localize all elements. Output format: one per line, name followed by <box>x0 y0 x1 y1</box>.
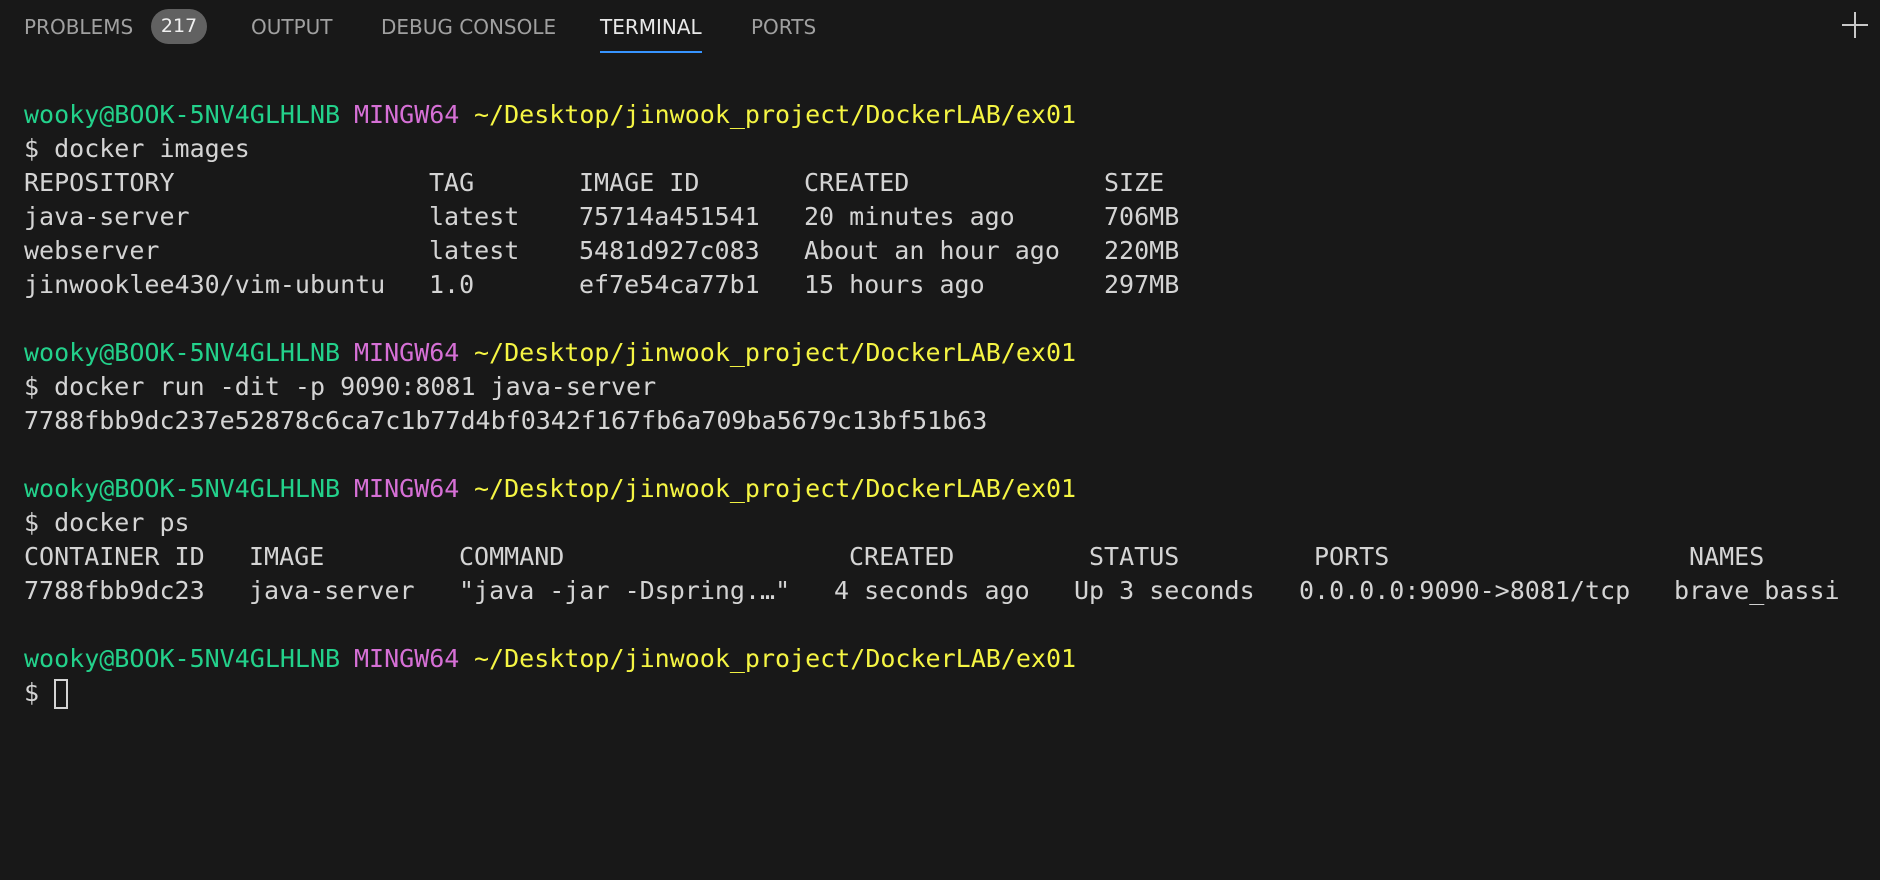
table-cell: 15 hours ago <box>804 270 985 299</box>
table-cell: 75714a451541 <box>579 202 760 231</box>
command-line: $ docker run -dit -p 9090:8081 java-serv… <box>24 372 657 401</box>
table-cell: 0.0.0.0:9090->8081/tcp <box>1299 576 1631 605</box>
column-header: CREATED <box>849 542 955 571</box>
command-line: $ docker ps <box>24 508 190 537</box>
container-id-output: 7788fbb9dc237e52878c6ca7c1b77d4bf0342f16… <box>24 406 988 435</box>
table-cell: 706MB <box>1104 202 1180 231</box>
prompt-path: ~/Desktop/jinwook_project/DockerLAB/ex01 <box>474 338 1077 367</box>
prompt-env: MINGW64 <box>354 474 460 503</box>
tab-debug-console[interactable]: DEBUG CONSOLE <box>381 14 556 54</box>
column-header: CONTAINER ID <box>24 542 205 571</box>
terminal-output[interactable]: wooky@BOOK-5NV4GLHLNB MINGW64 ~/Desktop/… <box>24 98 1874 798</box>
prompt-line: wooky@BOOK-5NV4GLHLNB MINGW64 ~/Desktop/… <box>24 642 1076 676</box>
prompt-line: wooky@BOOK-5NV4GLHLNB MINGW64 ~/Desktop/… <box>24 472 1076 506</box>
table-row: jinwooklee430/vim-ubuntu 1.0 ef7e54ca77b… <box>24 268 1179 302</box>
column-header: STATUS <box>1089 542 1180 571</box>
table-cell: Up 3 seconds <box>1074 576 1255 605</box>
table-cell: 297MB <box>1104 270 1180 299</box>
prompt-line: wooky@BOOK-5NV4GLHLNB MINGW64 ~/Desktop/… <box>24 336 1076 370</box>
table-cell: jinwooklee430/vim-ubuntu <box>24 270 386 299</box>
column-header: NAMES <box>1689 542 1765 571</box>
table-cell: latest <box>429 202 520 231</box>
prompt-path: ~/Desktop/jinwook_project/DockerLAB/ex01 <box>474 100 1077 129</box>
column-header: TAG <box>429 168 475 197</box>
tab-problems[interactable]: PROBLEMS <box>24 14 133 54</box>
prompt-env: MINGW64 <box>354 644 460 673</box>
table-cell: webserver <box>24 236 160 265</box>
prompt-user: wooky@BOOK-5NV4GLHLNB <box>24 474 341 503</box>
table-row: 7788fbb9dc23 java-server "java -jar -Dsp… <box>24 574 1840 608</box>
table-cell: 1.0 <box>429 270 475 299</box>
prompt-path: ~/Desktop/jinwook_project/DockerLAB/ex01 <box>474 644 1077 673</box>
column-header: SIZE <box>1104 168 1165 197</box>
column-header: COMMAND <box>459 542 565 571</box>
command-line: $ docker images <box>24 134 250 163</box>
column-header: REPOSITORY <box>24 168 175 197</box>
prompt-env: MINGW64 <box>354 100 460 129</box>
column-header: CREATED <box>804 168 910 197</box>
table-header: CONTAINER ID IMAGE COMMAND CREATED STATU… <box>24 540 1764 574</box>
table-cell: "java -jar -Dspring.…" <box>459 576 791 605</box>
plus-icon[interactable] <box>1840 10 1870 40</box>
table-cell: 5481d927c083 <box>579 236 760 265</box>
column-header: IMAGE ID <box>579 168 700 197</box>
table-row: webserver latest 5481d927c083 About an h… <box>24 234 1179 268</box>
column-header: IMAGE <box>249 542 325 571</box>
column-header: PORTS <box>1314 542 1390 571</box>
table-cell: brave_bassi <box>1674 576 1840 605</box>
table-header: REPOSITORY TAG IMAGE ID CREATED SIZE <box>24 166 1164 200</box>
tab-output[interactable]: OUTPUT <box>251 14 333 54</box>
prompt-user: wooky@BOOK-5NV4GLHLNB <box>24 338 341 367</box>
panel-tab-bar: PROBLEMS 217 OUTPUT DEBUG CONSOLE TERMIN… <box>0 0 1880 56</box>
table-cell: 7788fbb9dc23 <box>24 576 205 605</box>
table-cell: 20 minutes ago <box>804 202 1015 231</box>
prompt-symbol: $ <box>24 678 40 707</box>
table-cell: java-server <box>24 202 190 231</box>
table-cell: 4 seconds ago <box>834 576 1030 605</box>
problems-count-badge: 217 <box>151 9 207 44</box>
text-cursor <box>54 679 68 709</box>
table-cell: ef7e54ca77b1 <box>579 270 760 299</box>
prompt-env: MINGW64 <box>354 338 460 367</box>
table-cell: 220MB <box>1104 236 1180 265</box>
tab-terminal[interactable]: TERMINAL <box>600 14 702 54</box>
tab-ports[interactable]: PORTS <box>751 14 816 54</box>
prompt-line: wooky@BOOK-5NV4GLHLNB MINGW64 ~/Desktop/… <box>24 98 1076 132</box>
prompt-user: wooky@BOOK-5NV4GLHLNB <box>24 100 341 129</box>
table-cell: java-server <box>249 576 415 605</box>
prompt-user: wooky@BOOK-5NV4GLHLNB <box>24 644 341 673</box>
input-line[interactable]: $ <box>24 676 84 710</box>
table-row: java-server latest 75714a451541 20 minut… <box>24 200 1179 234</box>
prompt-path: ~/Desktop/jinwook_project/DockerLAB/ex01 <box>474 474 1077 503</box>
table-cell: latest <box>429 236 520 265</box>
table-cell: About an hour ago <box>804 236 1060 265</box>
